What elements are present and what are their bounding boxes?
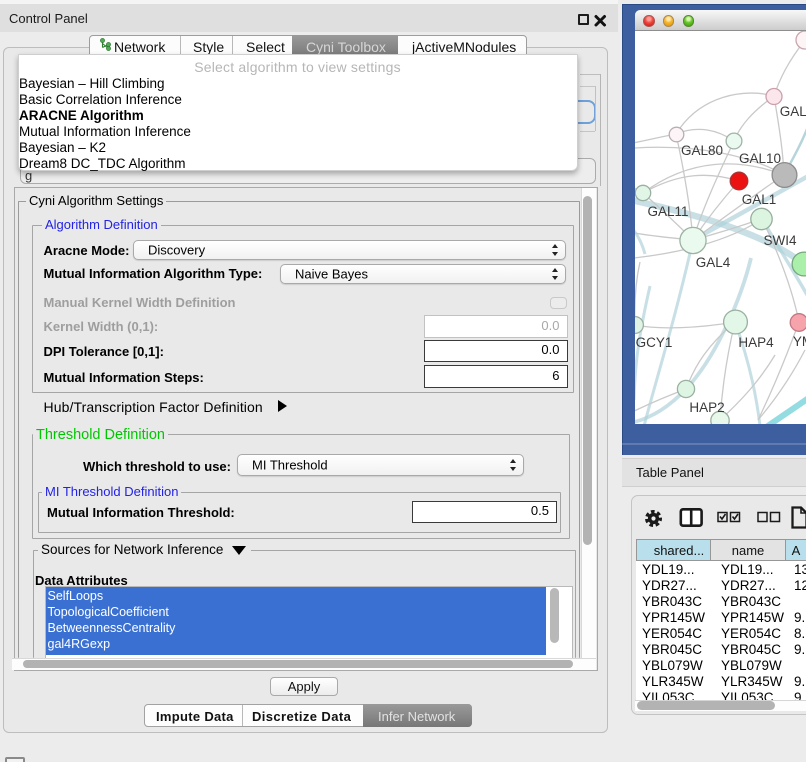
svg-text:GAL4: GAL4	[696, 255, 731, 270]
svg-text:GAL1: GAL1	[742, 192, 777, 207]
svg-text:GAL7: GAL7	[780, 104, 806, 119]
svg-text:HAP4: HAP4	[738, 335, 774, 350]
svg-text:GCY1: GCY1	[636, 335, 673, 350]
svg-text:YM: YM	[793, 334, 806, 349]
svg-text:GAL80: GAL80	[681, 143, 723, 158]
svg-text:GAL11: GAL11	[647, 204, 688, 219]
svg-text:HAP2: HAP2	[689, 400, 724, 415]
svg-text:GAL10: GAL10	[739, 151, 781, 166]
svg-text:SWI4: SWI4	[763, 233, 796, 248]
